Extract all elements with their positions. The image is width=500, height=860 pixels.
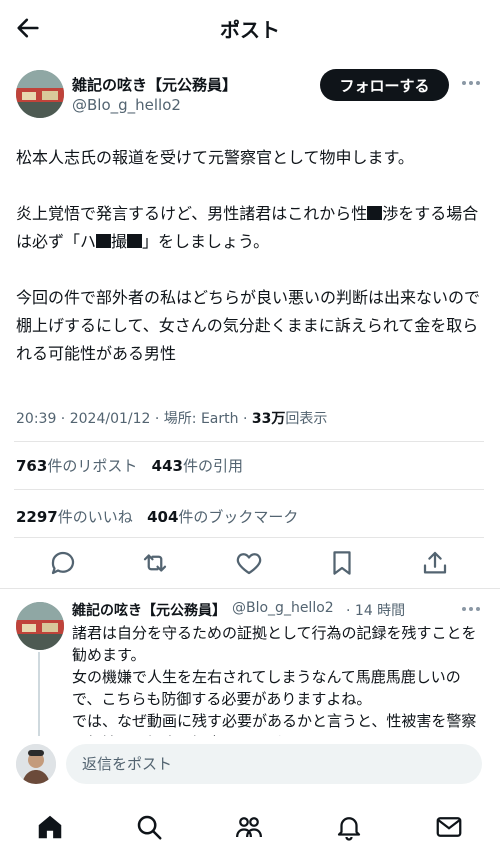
reply-input[interactable]: 返信をポスト bbox=[66, 744, 482, 784]
repost-icon[interactable] bbox=[140, 548, 170, 578]
bookmarks-count[interactable]: 404 bbox=[147, 508, 178, 526]
mail-icon[interactable] bbox=[434, 812, 464, 842]
text-segment: 」をしましょう。 bbox=[142, 232, 270, 251]
post-paragraph: 今回の件で部外者の私はどちらが良い悪いの判断は出来ないので棚上げするにして、女さ… bbox=[16, 288, 481, 363]
more-dots-icon[interactable] bbox=[462, 81, 484, 89]
likes-count[interactable]: 2297 bbox=[16, 508, 58, 526]
post-meta: 20:39 · 2024/01/12 · 場所: Earth · 33万回表示 bbox=[16, 411, 328, 427]
reply-bubble-icon[interactable] bbox=[48, 548, 78, 578]
search-icon[interactable] bbox=[134, 812, 164, 842]
reply-composer: 返信をポスト bbox=[0, 736, 500, 792]
share-icon[interactable] bbox=[420, 548, 450, 578]
user-avatar[interactable] bbox=[16, 744, 56, 784]
reply-age-text: 14 時間 bbox=[354, 603, 406, 619]
author-avatar[interactable] bbox=[16, 70, 64, 118]
text-segment: 撮 bbox=[111, 232, 128, 251]
reply-handle[interactable]: @Blo_g_hello2 bbox=[232, 600, 334, 616]
likes-label[interactable]: 件のいいね bbox=[58, 508, 133, 526]
author-name[interactable]: 雑記の呟き【元公務員】 bbox=[72, 74, 237, 95]
divider bbox=[14, 537, 484, 538]
reposts-count[interactable]: 763 bbox=[16, 457, 47, 475]
bookmark-icon[interactable] bbox=[327, 548, 357, 578]
reply-line: 女の機嫌で人生を左右されてしまうなんて馬鹿馬鹿しいので、こちらも防御する必要があ… bbox=[72, 668, 461, 708]
home-icon[interactable] bbox=[35, 812, 65, 842]
bell-icon[interactable] bbox=[334, 812, 364, 842]
redaction-block bbox=[127, 234, 143, 248]
post-paragraph: 炎上覚悟で発言するけど、男性諸君はこれから性 渉をする場合は必ず「ハ撮」をしましょ… bbox=[16, 200, 486, 256]
views-label: 回表示 bbox=[285, 411, 328, 427]
reply-text: 諸君は自分を守るための証拠として行為の記録を残すことを勧めます。 女の機嫌で人生… bbox=[72, 622, 482, 736]
bottom-tab-bar bbox=[0, 800, 500, 860]
more-dots-icon[interactable] bbox=[462, 607, 484, 615]
reposts-label[interactable]: 件のリポスト bbox=[47, 457, 137, 475]
reply-age: · 14 時間 bbox=[346, 603, 406, 619]
quotes-label[interactable]: 件の引用 bbox=[183, 457, 243, 475]
post-line: 松本人志氏の報道を受けて元警察官として物申します。 bbox=[16, 148, 414, 167]
reply-avatar[interactable] bbox=[16, 602, 64, 650]
post-location: 場所: Earth bbox=[163, 411, 239, 427]
divider bbox=[14, 441, 484, 442]
quotes-count[interactable]: 443 bbox=[152, 457, 183, 475]
views-count: 33万 bbox=[251, 411, 286, 427]
section-divider bbox=[0, 588, 500, 589]
redaction-block bbox=[96, 234, 112, 248]
like-stats: 2297件のいいね 404件のブックマーク bbox=[16, 506, 298, 527]
repost-stats: 763件のリポスト 443件の引用 bbox=[16, 455, 243, 476]
heart-icon[interactable] bbox=[234, 548, 264, 578]
post-time[interactable]: 20:39 bbox=[16, 411, 56, 427]
page-title: ポスト bbox=[220, 18, 280, 42]
reply-line: 諸君は自分を守るための証拠として行為の記録を残すことを勧めます。 bbox=[72, 624, 477, 664]
post-date[interactable]: 2024/01/12 bbox=[70, 411, 151, 427]
author-handle[interactable]: @Blo_g_hello2 bbox=[72, 96, 181, 114]
divider bbox=[14, 489, 484, 490]
bookmarks-label[interactable]: 件のブックマーク bbox=[178, 508, 298, 526]
thread-line bbox=[38, 652, 40, 740]
reply-line: では、なぜ動画に残す必要があるかと言うと、性被害を警察に相談した場合に調書という… bbox=[72, 712, 477, 736]
communities-icon[interactable] bbox=[234, 812, 264, 842]
reply-author-name[interactable]: 雑記の呟き【元公務員】 bbox=[72, 600, 226, 620]
text-segment: 炎上覚悟で発言するけど、男性諸君はこれから性 bbox=[16, 204, 368, 223]
post-text: 松本人志氏の報道を受けて元警察官として物申します。 炎上覚悟で発言するけど、男性… bbox=[16, 144, 486, 368]
redaction-block bbox=[367, 206, 383, 220]
follow-button[interactable]: フォローする bbox=[320, 69, 449, 101]
top-bar: ポスト bbox=[0, 0, 500, 56]
